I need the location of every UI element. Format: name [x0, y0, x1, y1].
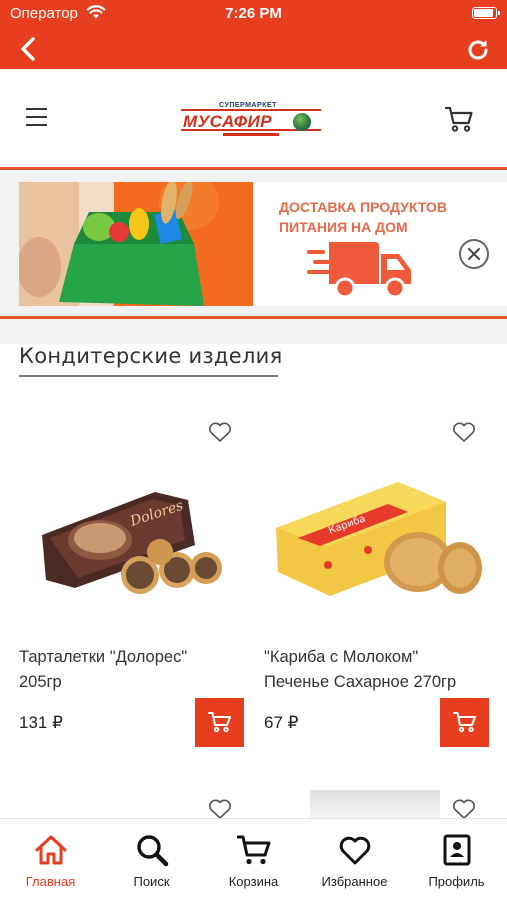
cart-icon[interactable]	[444, 105, 474, 133]
app-header: СУПЕРМАРКЕТ МУСАФИР	[0, 69, 507, 170]
product-name[interactable]: "Кариба с Молоком" Печенье Сахарное 270г…	[264, 645, 500, 695]
tab-label: Поиск	[133, 874, 170, 889]
battery-icon	[472, 7, 500, 19]
delivery-photo-image	[19, 182, 253, 306]
product-price: 67 ₽	[264, 713, 299, 732]
status-bar: Оператор 7:26 PM	[0, 0, 507, 28]
section-title-background	[0, 320, 507, 344]
tab-search[interactable]: Поиск	[101, 819, 202, 900]
banner-title: ДОСТАВКА ПРОДУКТОВ ПИТАНИЯ НА ДОМ	[279, 197, 447, 237]
logo-underline	[223, 133, 279, 136]
section-title-underline	[19, 375, 278, 377]
product-image: Dolores	[42, 492, 222, 594]
add-to-cart-button[interactable]	[195, 698, 244, 747]
banner-title-line1: ДОСТАВКА ПРОДУКТОВ	[279, 199, 447, 215]
tab-cart[interactable]: Корзина	[203, 819, 304, 900]
logo-main: МУСАФИР	[181, 109, 321, 131]
tab-home[interactable]: Главная	[0, 819, 101, 900]
profile-icon	[443, 834, 471, 866]
hamburger-icon[interactable]	[26, 108, 50, 128]
product-image: Кариба	[276, 482, 482, 596]
promo-banner[interactable]: ДОСТАВКА ПРОДУКТОВ ПИТАНИЯ НА ДОМ	[19, 182, 507, 306]
cart-icon	[237, 835, 271, 865]
product-name-line1: Тарталетки "Долорес"	[19, 648, 188, 666]
tab-label: Главная	[25, 874, 76, 889]
add-to-cart-button[interactable]	[440, 698, 489, 747]
product-name-line2: Печенье Сахарное 270гр	[264, 673, 457, 691]
promo-banner-zone: ДОСТАВКА ПРОДУКТОВ ПИТАНИЯ НА ДОМ	[0, 172, 507, 320]
tab-label: Корзина	[228, 874, 279, 889]
product-card[interactable]: Dolores Тарталетки "Долорес" 205гр 131 ₽	[0, 400, 244, 800]
reload-icon[interactable]	[465, 37, 491, 63]
search-icon	[137, 835, 169, 867]
banner-title-line2: ПИТАНИЯ НА ДОМ	[279, 219, 408, 235]
tab-label: Избранное	[321, 874, 388, 889]
header-divider	[0, 167, 507, 170]
tab-favorites[interactable]: Избранное	[304, 819, 405, 900]
home-icon	[35, 835, 67, 865]
chevron-left-icon[interactable]	[14, 34, 44, 64]
close-circle-icon[interactable]	[459, 239, 489, 269]
globe-icon	[293, 113, 311, 131]
top-bar: Оператор 7:26 PM	[0, 0, 507, 69]
battery-level	[474, 9, 493, 17]
status-time: 7:26 PM	[225, 5, 282, 22]
cart-icon	[208, 712, 231, 733]
product-card[interactable]: Кариба "Кариба с Молоком" Печенье Сахарн…	[246, 400, 489, 800]
logo[interactable]: СУПЕРМАРКЕТ МУСАФИР	[181, 102, 321, 142]
product-price: 131 ₽	[19, 713, 63, 732]
truck-icon	[307, 242, 411, 299]
logo-top-text: СУПЕРМАРКЕТ	[219, 102, 277, 109]
tab-profile[interactable]: Профиль	[406, 819, 507, 900]
tab-bar: Главная Поиск Корзина Избранное Профиль	[0, 818, 507, 900]
banner-divider	[0, 316, 507, 319]
tab-label: Профиль	[428, 874, 485, 889]
heart-icon	[339, 836, 371, 865]
banner-photo	[19, 182, 253, 306]
product-image	[310, 790, 440, 820]
section-title: Кондитерские изделия	[19, 344, 283, 368]
logo-main-text: МУСАФИР	[183, 112, 273, 131]
cart-icon	[453, 712, 476, 733]
product-name-line1: "Кариба с Молоком"	[264, 648, 419, 666]
product-name[interactable]: Тарталетки "Долорес" 205гр	[19, 645, 255, 695]
product-name-line2: 205гр	[19, 673, 62, 691]
